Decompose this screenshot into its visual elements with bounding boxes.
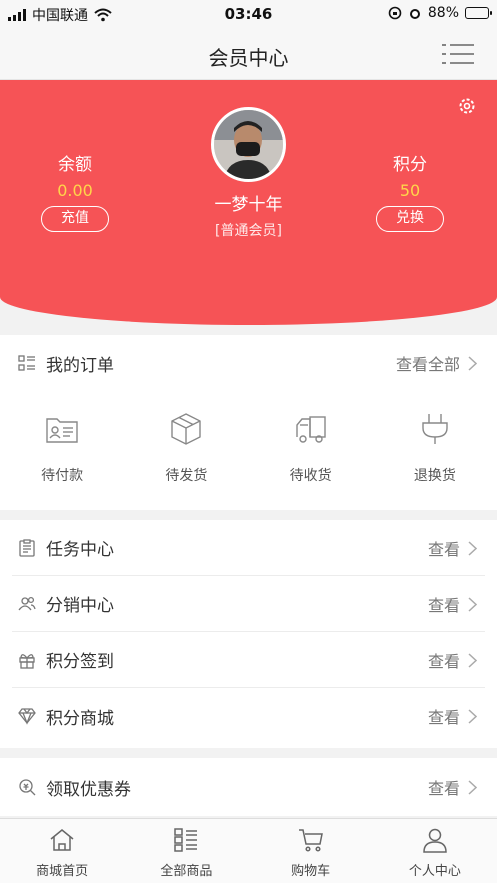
order-pending-shipment[interactable]: 待发货 xyxy=(136,411,236,485)
menu-item-points-checkin[interactable]: 积分签到 查看 xyxy=(12,632,485,688)
chevron-right-icon xyxy=(468,708,477,724)
menu-item-label: 领取优惠券 xyxy=(46,779,131,800)
category-grid-icon xyxy=(174,828,198,852)
clipboard-icon xyxy=(19,538,35,557)
tab-profile[interactable]: 个人中心 xyxy=(373,819,497,883)
tab-label: 购物车 xyxy=(291,864,331,879)
chevron-right-icon xyxy=(468,779,477,795)
menu-card: 任务中心 查看 分销中心 查看 积分签到 查看 积分商城 查看 xyxy=(0,520,497,748)
menu-item-label: 积分签到 xyxy=(46,652,114,672)
view-all-label: 查看全部 xyxy=(395,355,460,374)
orders-card: 我的订单 查看全部 待付款 待发货 待收货 退换货 xyxy=(0,335,497,510)
cart-icon xyxy=(298,829,323,852)
user-icon xyxy=(423,828,447,853)
order-pending-payment[interactable]: 待付款 xyxy=(12,411,112,485)
profile-header: 余额 0.00 充值 一梦十年 [普通会员] 积分 50 兑换 xyxy=(0,80,497,325)
gear-icon[interactable] xyxy=(457,96,477,116)
avatar-photo xyxy=(214,110,283,179)
view-all-orders[interactable]: 查看全部 xyxy=(396,335,477,391)
menu-item-task-center[interactable]: 任务中心 查看 xyxy=(12,520,485,576)
points-value: 50 xyxy=(399,181,421,200)
tab-label: 商城首页 xyxy=(36,864,89,879)
battery-icon xyxy=(465,7,492,19)
view-label: 查看 xyxy=(427,596,460,615)
exchange-button[interactable]: 兑换 xyxy=(376,206,444,232)
page-title: 会员中心 xyxy=(208,46,289,70)
avatar[interactable] xyxy=(211,107,286,182)
order-returns[interactable]: 退换货 xyxy=(385,411,485,485)
diamond-icon xyxy=(18,708,36,725)
battery-percent: 88% xyxy=(427,5,459,21)
status-bar: 中国联通 03:46 88% xyxy=(0,0,497,28)
chevron-right-icon xyxy=(468,596,477,612)
order-item-label: 待收货 xyxy=(289,468,332,484)
wallet-card-icon xyxy=(46,418,78,443)
view-label: 查看 xyxy=(427,779,460,798)
view-label: 查看 xyxy=(427,708,460,727)
order-item-label: 待发货 xyxy=(165,468,208,484)
alarm-icon xyxy=(409,9,420,19)
view-label: 查看 xyxy=(427,652,460,671)
menu-item-label: 积分商城 xyxy=(46,708,114,729)
order-list-icon xyxy=(18,355,35,371)
order-status-items: 待付款 待发货 待收货 退换货 xyxy=(0,391,497,485)
tab-label: 全部商品 xyxy=(160,864,213,879)
bottom-tab-bar: 商城首页 全部商品 购物车 个人中心 xyxy=(0,818,497,883)
status-right: 88% xyxy=(388,5,492,21)
menu-item-more[interactable]: 查看 xyxy=(428,758,477,816)
menu-item-get-coupons[interactable]: 领取优惠券 查看 xyxy=(12,758,485,816)
menu-item-distribution-center[interactable]: 分销中心 查看 xyxy=(12,576,485,632)
users-icon xyxy=(18,596,36,610)
menu-item-more[interactable]: 查看 xyxy=(428,632,477,688)
lock-rotation-icon xyxy=(388,6,402,20)
points-label: 积分 xyxy=(393,155,427,175)
plug-icon xyxy=(422,414,448,444)
nav-bar: 会员中心 xyxy=(0,28,497,80)
menu-item-more[interactable]: 查看 xyxy=(428,520,477,576)
coupon-search-icon xyxy=(19,779,36,796)
menu-item-more[interactable]: 查看 xyxy=(428,688,477,744)
menu-item-label: 任务中心 xyxy=(46,540,114,560)
orders-header[interactable]: 我的订单 查看全部 xyxy=(0,335,497,391)
chevron-right-icon xyxy=(468,355,477,371)
balance-label: 余额 xyxy=(58,155,92,175)
package-box-icon xyxy=(171,413,202,445)
menu-item-more[interactable]: 查看 xyxy=(428,576,477,632)
chevron-right-icon xyxy=(468,540,477,556)
chevron-right-icon xyxy=(468,652,477,668)
menu-item-points-mall[interactable]: 积分商城 查看 xyxy=(12,688,485,744)
coupon-card: 领取优惠券 查看 xyxy=(0,758,497,816)
home-icon xyxy=(50,829,74,851)
list-menu-icon[interactable] xyxy=(441,42,475,66)
order-item-label: 退换货 xyxy=(413,468,456,484)
order-pending-receipt[interactable]: 待收货 xyxy=(261,411,361,485)
view-label: 查看 xyxy=(427,540,460,559)
tab-label: 个人中心 xyxy=(408,864,461,879)
points-block: 积分 50 兑换 xyxy=(355,150,465,232)
tab-home[interactable]: 商城首页 xyxy=(0,819,124,883)
order-item-label: 待付款 xyxy=(41,468,84,484)
gift-icon xyxy=(19,653,35,669)
menu-item-label: 分销中心 xyxy=(46,596,114,616)
tab-cart[interactable]: 购物车 xyxy=(249,819,373,883)
delivery-truck-icon xyxy=(295,416,326,443)
tab-all-products[interactable]: 全部商品 xyxy=(124,819,248,883)
orders-title: 我的订单 xyxy=(46,355,114,376)
